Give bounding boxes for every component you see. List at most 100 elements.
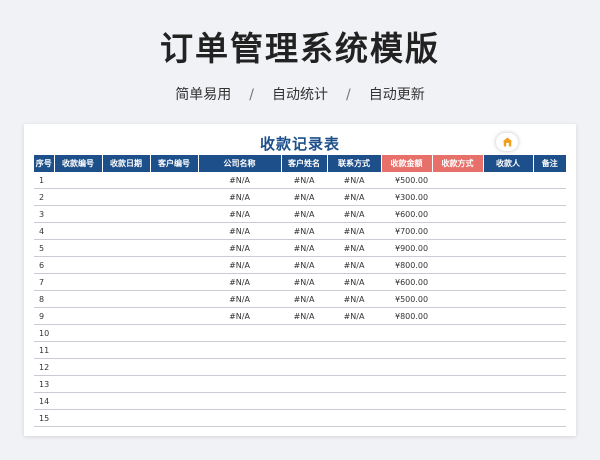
cell-empty[interactable]	[102, 172, 150, 189]
cell-empty[interactable]	[102, 188, 150, 206]
cell-contact[interactable]: #N/A	[327, 307, 381, 325]
cell-empty[interactable]	[483, 205, 533, 223]
cell-empty[interactable]	[432, 256, 483, 274]
cell-customer[interactable]	[281, 341, 327, 359]
cell-contact[interactable]	[327, 392, 381, 410]
cell-idx[interactable]: 8	[34, 290, 54, 308]
cell-company[interactable]	[198, 358, 281, 376]
cell-contact[interactable]: #N/A	[327, 273, 381, 291]
cell-empty[interactable]	[483, 375, 533, 393]
cell-amount[interactable]: ¥800.00	[381, 256, 432, 274]
cell-empty[interactable]	[533, 222, 566, 240]
cell-empty[interactable]	[150, 239, 198, 257]
cell-empty[interactable]	[54, 188, 102, 206]
cell-empty[interactable]	[533, 290, 566, 308]
cell-empty[interactable]	[54, 307, 102, 325]
cell-customer[interactable]	[281, 392, 327, 410]
cell-empty[interactable]	[150, 188, 198, 206]
cell-empty[interactable]	[483, 273, 533, 291]
cell-empty[interactable]	[150, 324, 198, 342]
cell-idx[interactable]: 3	[34, 205, 54, 223]
cell-customer[interactable]	[281, 358, 327, 376]
cell-empty[interactable]	[54, 172, 102, 189]
cell-empty[interactable]	[54, 239, 102, 257]
cell-empty[interactable]	[54, 205, 102, 223]
cell-company[interactable]: #N/A	[198, 205, 281, 223]
cell-company[interactable]: #N/A	[198, 273, 281, 291]
cell-empty[interactable]	[54, 256, 102, 274]
cell-customer[interactable]: #N/A	[281, 273, 327, 291]
cell-empty[interactable]	[150, 358, 198, 376]
cell-empty[interactable]	[432, 324, 483, 342]
cell-amount[interactable]	[381, 409, 432, 427]
cell-idx[interactable]: 5	[34, 239, 54, 257]
cell-customer[interactable]: #N/A	[281, 290, 327, 308]
cell-company[interactable]: #N/A	[198, 239, 281, 257]
cell-amount[interactable]: ¥800.00	[381, 307, 432, 325]
cell-amount[interactable]	[381, 341, 432, 359]
cell-empty[interactable]	[432, 222, 483, 240]
cell-empty[interactable]	[533, 358, 566, 376]
cell-empty[interactable]	[54, 290, 102, 308]
cell-company[interactable]: #N/A	[198, 256, 281, 274]
cell-empty[interactable]	[432, 172, 483, 189]
cell-amount[interactable]	[381, 375, 432, 393]
cell-idx[interactable]: 13	[34, 375, 54, 393]
cell-empty[interactable]	[483, 172, 533, 189]
cell-company[interactable]	[198, 409, 281, 427]
cell-customer[interactable]: #N/A	[281, 205, 327, 223]
cell-empty[interactable]	[483, 290, 533, 308]
cell-empty[interactable]	[102, 205, 150, 223]
cell-empty[interactable]	[533, 307, 566, 325]
cell-empty[interactable]	[483, 409, 533, 427]
cell-idx[interactable]: 10	[34, 324, 54, 342]
cell-empty[interactable]	[102, 358, 150, 376]
cell-empty[interactable]	[483, 392, 533, 410]
cell-empty[interactable]	[432, 341, 483, 359]
cell-idx[interactable]: 9	[34, 307, 54, 325]
cell-company[interactable]	[198, 341, 281, 359]
cell-customer[interactable]: #N/A	[281, 188, 327, 206]
cell-customer[interactable]: #N/A	[281, 172, 327, 189]
cell-empty[interactable]	[432, 273, 483, 291]
cell-contact[interactable]: #N/A	[327, 256, 381, 274]
cell-empty[interactable]	[533, 205, 566, 223]
cell-empty[interactable]	[483, 307, 533, 325]
cell-company[interactable]: #N/A	[198, 290, 281, 308]
cell-company[interactable]	[198, 392, 281, 410]
cell-amount[interactable]: ¥500.00	[381, 172, 432, 189]
cell-customer[interactable]: #N/A	[281, 239, 327, 257]
cell-empty[interactable]	[432, 375, 483, 393]
cell-company[interactable]	[198, 375, 281, 393]
cell-empty[interactable]	[483, 256, 533, 274]
cell-empty[interactable]	[102, 256, 150, 274]
cell-empty[interactable]	[102, 375, 150, 393]
cell-amount[interactable]: ¥300.00	[381, 188, 432, 206]
cell-contact[interactable]: #N/A	[327, 222, 381, 240]
cell-idx[interactable]: 1	[34, 172, 54, 189]
cell-amount[interactable]: ¥600.00	[381, 273, 432, 291]
cell-empty[interactable]	[432, 358, 483, 376]
house-icon[interactable]	[496, 133, 518, 151]
cell-amount[interactable]	[381, 324, 432, 342]
cell-empty[interactable]	[150, 341, 198, 359]
cell-contact[interactable]	[327, 324, 381, 342]
cell-empty[interactable]	[533, 392, 566, 410]
cell-empty[interactable]	[102, 239, 150, 257]
cell-empty[interactable]	[533, 273, 566, 291]
cell-empty[interactable]	[483, 324, 533, 342]
cell-contact[interactable]	[327, 375, 381, 393]
cell-contact[interactable]: #N/A	[327, 239, 381, 257]
cell-company[interactable]	[198, 324, 281, 342]
cell-customer[interactable]: #N/A	[281, 222, 327, 240]
cell-empty[interactable]	[150, 172, 198, 189]
cell-empty[interactable]	[102, 222, 150, 240]
cell-empty[interactable]	[102, 324, 150, 342]
cell-empty[interactable]	[150, 392, 198, 410]
cell-company[interactable]: #N/A	[198, 222, 281, 240]
cell-customer[interactable]	[281, 375, 327, 393]
cell-empty[interactable]	[150, 307, 198, 325]
cell-empty[interactable]	[533, 324, 566, 342]
cell-empty[interactable]	[483, 239, 533, 257]
cell-empty[interactable]	[432, 290, 483, 308]
